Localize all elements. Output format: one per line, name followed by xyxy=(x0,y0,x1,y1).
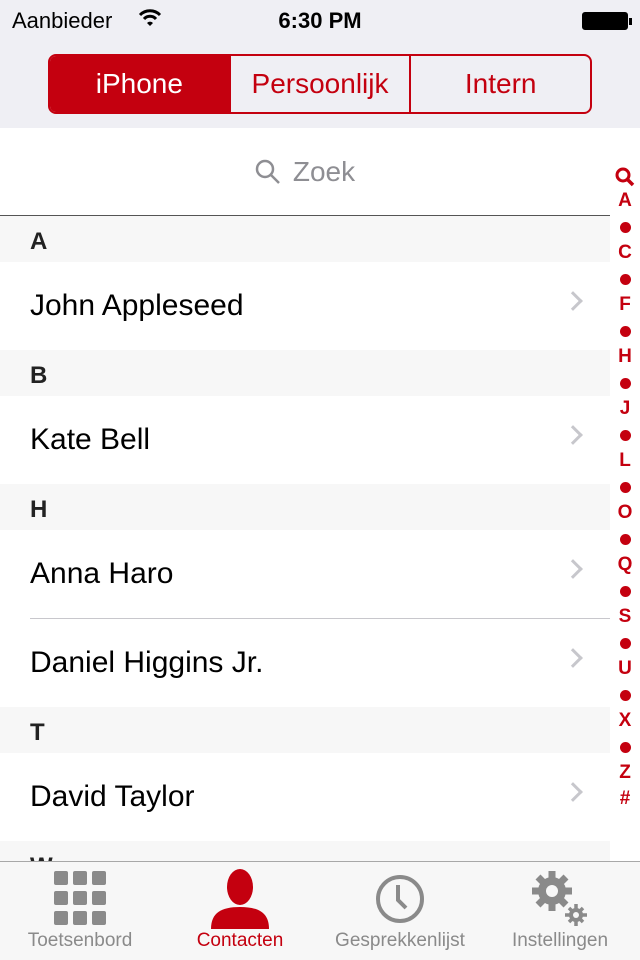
index-dot[interactable] xyxy=(619,429,631,441)
index-dot[interactable] xyxy=(619,637,631,649)
tab-bar: Toetsenbord Contacten Gesprekkenlijst In… xyxy=(0,861,640,960)
index-letter[interactable]: X xyxy=(619,708,632,734)
tab-label: Toetsenbord xyxy=(27,930,133,951)
contact-name: David Taylor xyxy=(30,780,195,813)
contact-row[interactable]: John Appleseed xyxy=(0,262,610,350)
index-letter[interactable]: Z xyxy=(619,760,631,786)
index-dot[interactable] xyxy=(619,533,631,545)
section-header: T xyxy=(0,707,610,753)
index-dot[interactable] xyxy=(619,585,631,597)
person-icon xyxy=(211,869,269,929)
index-letter[interactable]: J xyxy=(620,396,631,422)
index-letter[interactable]: F xyxy=(619,292,631,318)
index-letter[interactable]: C xyxy=(618,240,632,266)
search-icon xyxy=(255,159,280,184)
section-header: B xyxy=(0,350,610,396)
keypad-icon xyxy=(54,871,106,925)
section-index[interactable]: A C F H J L O Q S U X Z # xyxy=(610,166,640,812)
segmented-control: iPhone Persoonlijk Intern xyxy=(48,54,592,114)
contact-row[interactable]: Anna Haro xyxy=(0,530,610,618)
search-input[interactable]: Zoek xyxy=(0,128,610,216)
index-letter[interactable]: H xyxy=(618,344,632,370)
tab-instellingen[interactable]: Instellingen xyxy=(480,862,640,960)
contact-name: Kate Bell xyxy=(30,423,151,456)
index-letter[interactable]: Q xyxy=(618,552,633,578)
index-dot[interactable] xyxy=(619,741,631,753)
contact-name: John Appleseed xyxy=(30,289,244,322)
chevron-right-icon xyxy=(563,559,583,579)
index-dot[interactable] xyxy=(619,273,631,285)
index-dot[interactable] xyxy=(619,481,631,493)
clock: 6:30 PM xyxy=(278,8,362,33)
search-index-icon[interactable] xyxy=(615,166,635,188)
segment-intern[interactable]: Intern xyxy=(409,56,590,112)
index-dot[interactable] xyxy=(619,325,631,337)
tab-toetsenbord[interactable]: Toetsenbord xyxy=(0,862,160,960)
tab-label: Contacten xyxy=(196,930,284,951)
contact-name: Daniel Higgins Jr. xyxy=(30,646,264,679)
gears-icon xyxy=(532,871,587,926)
tab-label: Instellingen xyxy=(511,930,609,951)
tab-gesprekkenlijst[interactable]: Gesprekkenlijst xyxy=(320,862,480,960)
index-dot[interactable] xyxy=(619,221,631,233)
index-dot[interactable] xyxy=(619,689,631,701)
segment-persoonlijk[interactable]: Persoonlijk xyxy=(228,56,410,112)
chevron-right-icon xyxy=(563,425,583,445)
clock-icon xyxy=(376,875,424,923)
contact-name: Anna Haro xyxy=(30,557,174,590)
battery-icon xyxy=(582,12,632,30)
chevron-right-icon xyxy=(563,291,583,311)
contact-row[interactable]: Kate Bell xyxy=(0,396,610,484)
index-dot[interactable] xyxy=(619,377,631,389)
section-header: H xyxy=(0,484,610,530)
index-letter[interactable]: S xyxy=(619,604,632,630)
contact-row[interactable]: David Taylor xyxy=(0,753,610,841)
status-bar: Aanbieder 6:30 PM iPhone Persoonlijk Int… xyxy=(0,0,640,128)
contacts-list: A John Appleseed B Kate Bell H Anna Haro… xyxy=(0,216,610,887)
chevron-right-icon xyxy=(563,782,583,802)
segment-iphone[interactable]: iPhone xyxy=(50,56,229,112)
index-letter[interactable]: L xyxy=(619,448,631,474)
tab-label: Gesprekkenlijst xyxy=(335,930,465,951)
tab-contacten[interactable]: Contacten xyxy=(160,862,320,960)
index-letter[interactable]: U xyxy=(618,656,632,682)
chevron-right-icon xyxy=(563,648,583,668)
section-header: A xyxy=(0,216,610,262)
index-letter[interactable]: A xyxy=(618,188,632,214)
index-letter[interactable]: O xyxy=(618,500,633,526)
index-letter[interactable]: # xyxy=(620,786,631,812)
contact-row[interactable]: Daniel Higgins Jr. xyxy=(0,619,610,707)
search-placeholder: Zoek xyxy=(292,155,356,187)
